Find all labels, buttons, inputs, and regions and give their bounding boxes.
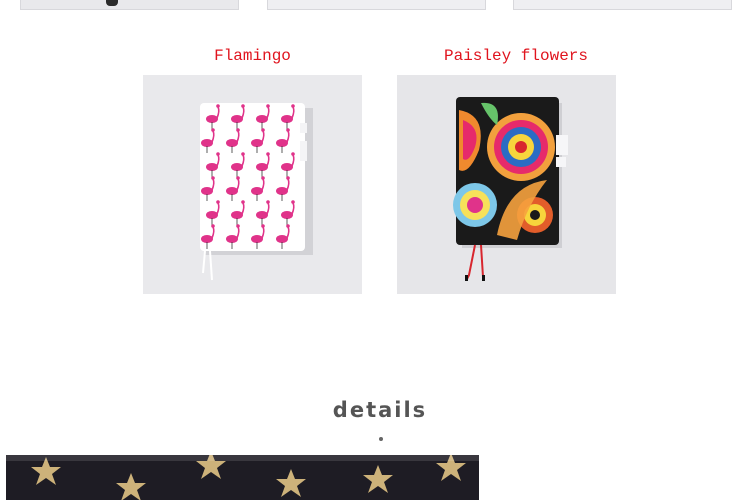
flamingo-notebook-picture	[143, 75, 362, 294]
flamingo-notebook-image[interactable]	[143, 75, 362, 294]
product-image-cropped[interactable]	[20, 0, 239, 10]
star-pattern-picture	[6, 455, 479, 500]
product-caption-flamingo: Flamingo	[214, 47, 291, 65]
product-caption-paisley: Paisley flowers	[443, 47, 589, 65]
product-image-cropped[interactable]	[267, 0, 486, 10]
section-title-details: details	[332, 398, 428, 422]
paisley-notebook-image[interactable]	[397, 75, 616, 294]
previous-product-row	[0, 0, 750, 14]
detail-photo-stars[interactable]	[6, 455, 479, 500]
title-underline-dot	[379, 437, 383, 441]
paisley-notebook-picture	[397, 75, 616, 294]
product-image-cropped[interactable]	[513, 0, 732, 10]
